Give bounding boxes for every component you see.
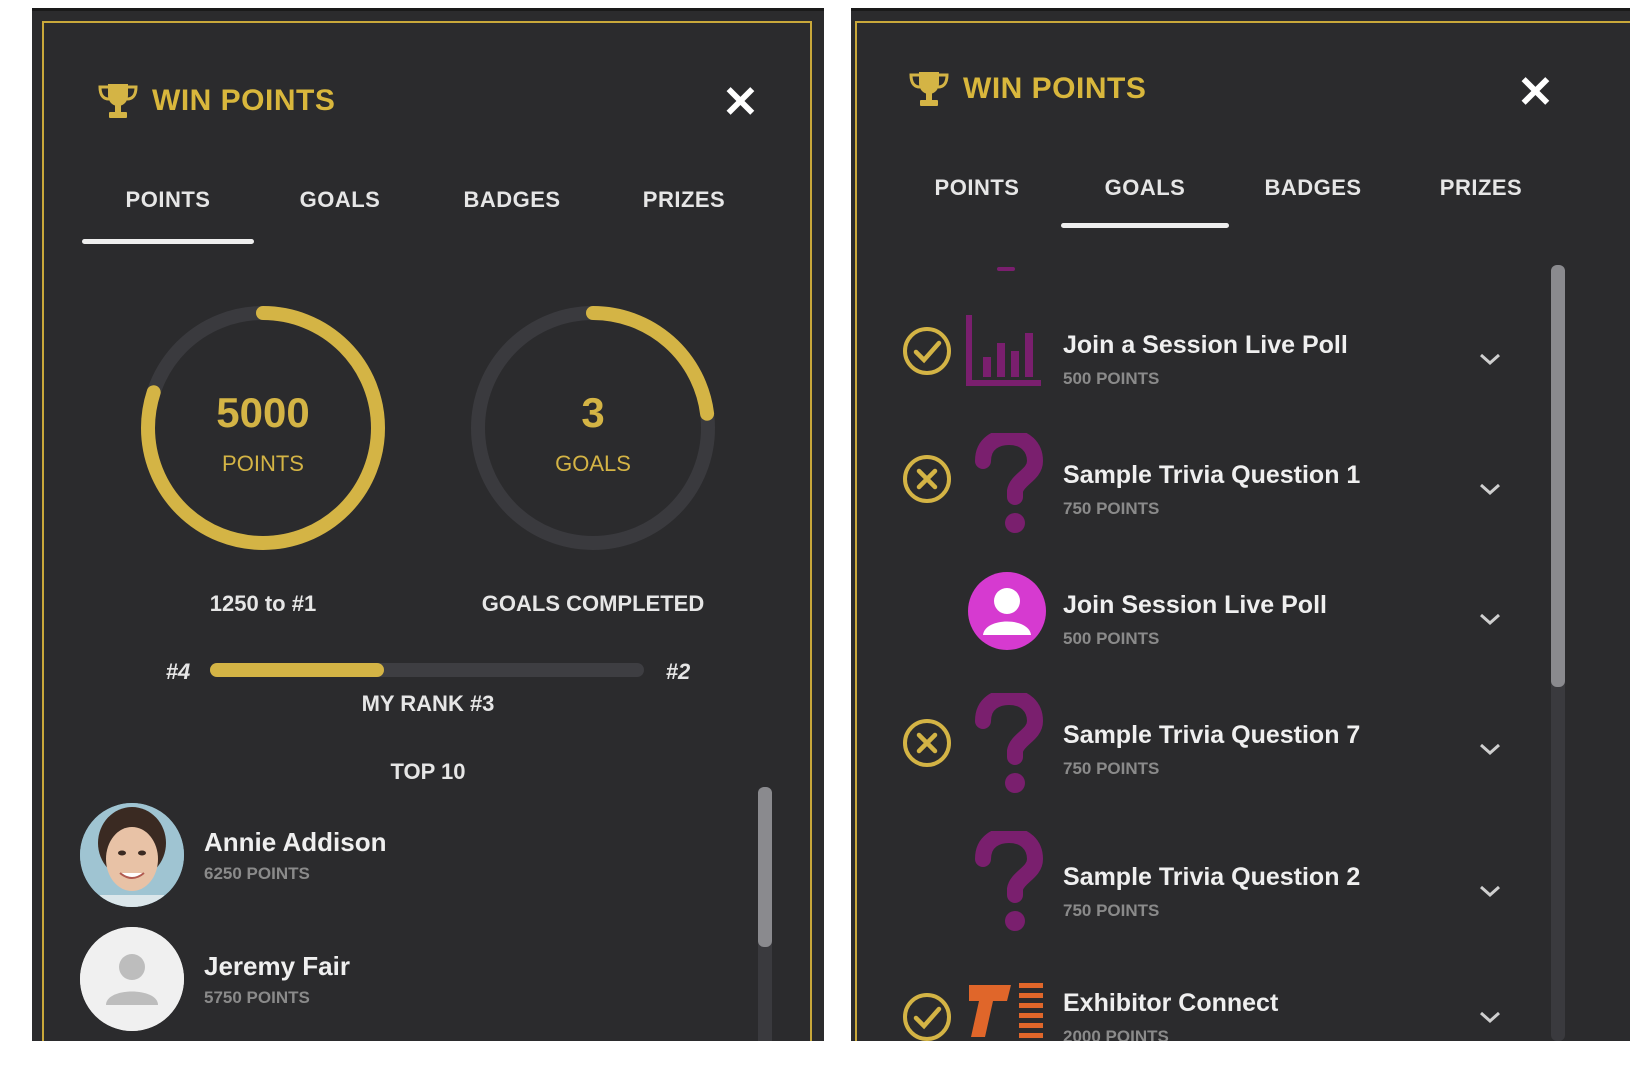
goal-item[interactable]: Join a Session Live Poll 500 POINTS xyxy=(851,287,1630,417)
close-icon[interactable]: ✕ xyxy=(1517,71,1554,115)
chevron-down-icon[interactable] xyxy=(1477,481,1503,497)
goal-name: Sample Trivia Question 2 xyxy=(1063,863,1361,891)
panel-title: WIN POINTS xyxy=(152,84,336,117)
leader-points: 5750 POINTS xyxy=(204,987,310,1007)
avatar xyxy=(80,803,184,907)
chevron-down-icon[interactable] xyxy=(1477,1009,1503,1025)
tab-goals[interactable]: GOALS xyxy=(1061,175,1229,228)
close-icon[interactable]: ✕ xyxy=(722,81,759,125)
leader-points: 6250 POINTS xyxy=(204,863,310,883)
goal-points: 2000 POINTS xyxy=(1063,1027,1169,1041)
goals-value: 3 xyxy=(581,389,605,436)
leader-name: Jeremy Fair xyxy=(204,950,350,981)
trophy-icon xyxy=(909,72,949,106)
bar-chart-icon xyxy=(966,315,1041,386)
trophy-icon xyxy=(98,84,138,118)
tab-bar: POINTS GOALS BADGES PRIZES xyxy=(893,175,1565,228)
goal-name: Sample Trivia Question 7 xyxy=(1063,721,1361,749)
chevron-down-icon[interactable] xyxy=(1477,611,1503,627)
goal-name: Join a Session Live Poll xyxy=(1063,331,1348,359)
goals-label: GOALS xyxy=(555,451,631,476)
partial-list-item xyxy=(997,267,1015,271)
tab-badges[interactable]: BADGES xyxy=(1229,175,1397,201)
goal-item[interactable]: Sample Trivia Question 7 750 POINTS xyxy=(851,677,1630,807)
panel-header: WIN POINTS xyxy=(907,69,1146,109)
chevron-down-icon[interactable] xyxy=(1477,883,1503,899)
panel-title: WIN POINTS xyxy=(963,72,1147,105)
goal-item[interactable]: Join Session Live Poll 500 POINTS xyxy=(851,547,1630,677)
top-ten-heading: TOP 10 xyxy=(390,759,466,784)
goals-completed-caption: GOALS COMPLETED xyxy=(481,591,705,616)
points-ring: 5000 POINTS xyxy=(138,303,388,553)
check-circle-icon xyxy=(903,993,951,1041)
tab-bar: POINTS GOALS BADGES PRIZES xyxy=(82,187,770,244)
question-mark-icon xyxy=(975,693,1043,793)
rank-upper-label: #2 xyxy=(665,659,691,684)
win-points-panel-points: WIN POINTS ✕ POINTS GOALS BADGES PRIZES … xyxy=(32,8,824,1041)
chevron-down-icon[interactable] xyxy=(1477,351,1503,367)
points-value: 5000 xyxy=(216,389,310,436)
tab-points[interactable]: POINTS xyxy=(82,187,254,244)
goal-points: 500 POINTS xyxy=(1063,369,1160,388)
x-circle-icon xyxy=(903,719,951,767)
scrollbar-thumb[interactable] xyxy=(1551,265,1565,687)
leader-name: Annie Addison xyxy=(204,826,387,857)
x-circle-icon xyxy=(903,455,951,503)
scrollbar[interactable] xyxy=(758,787,772,1041)
tab-goals[interactable]: GOALS xyxy=(254,187,426,213)
question-mark-icon xyxy=(975,831,1043,931)
goal-item[interactable]: Sample Trivia Question 1 750 POINTS xyxy=(851,417,1630,547)
question-mark-icon xyxy=(975,433,1043,533)
my-rank: MY RANK #3 xyxy=(361,691,495,716)
tab-prizes[interactable]: PRIZES xyxy=(1397,175,1565,201)
rank-lower-label: #4 xyxy=(165,659,191,684)
goal-item[interactable]: Exhibitor Connect 2000 POINTS xyxy=(851,947,1630,1041)
panel-header: WIN POINTS xyxy=(96,81,335,121)
leaderboard-item[interactable]: Annie Addison 6250 POINTS xyxy=(80,803,386,907)
tab-points[interactable]: POINTS xyxy=(893,175,1061,201)
goal-points: 750 POINTS xyxy=(1063,499,1160,518)
goals-ring: 3 GOALS xyxy=(468,303,718,553)
tab-prizes[interactable]: PRIZES xyxy=(598,187,770,213)
points-label: POINTS xyxy=(222,451,304,476)
goal-name: Exhibitor Connect xyxy=(1063,989,1279,1017)
goal-name: Join Session Live Poll xyxy=(1063,591,1327,619)
points-to-first: 1250 to #1 xyxy=(209,591,317,616)
barcode-scanner-icon xyxy=(969,983,1043,1038)
leaderboard-item[interactable]: Jeremy Fair 5750 POINTS xyxy=(80,927,350,1031)
rank-progress-bar xyxy=(210,663,644,677)
scrollbar[interactable] xyxy=(1551,265,1565,1041)
rank-progress-fill xyxy=(210,663,384,677)
tab-badges[interactable]: BADGES xyxy=(426,187,598,213)
goal-name: Sample Trivia Question 1 xyxy=(1063,461,1361,489)
win-points-panel-goals: WIN POINTS ✕ POINTS GOALS BADGES PRIZES … xyxy=(851,8,1630,1041)
goal-points: 750 POINTS xyxy=(1063,901,1160,920)
scrollbar-thumb[interactable] xyxy=(758,787,772,947)
default-avatar-icon xyxy=(80,927,184,1031)
goal-item[interactable]: Sample Trivia Question 2 750 POINTS xyxy=(851,817,1630,947)
user-circle-icon xyxy=(968,572,1046,650)
goal-points: 500 POINTS xyxy=(1063,629,1160,648)
check-circle-icon xyxy=(903,327,951,375)
chevron-down-icon[interactable] xyxy=(1477,741,1503,757)
goal-points: 750 POINTS xyxy=(1063,759,1160,778)
